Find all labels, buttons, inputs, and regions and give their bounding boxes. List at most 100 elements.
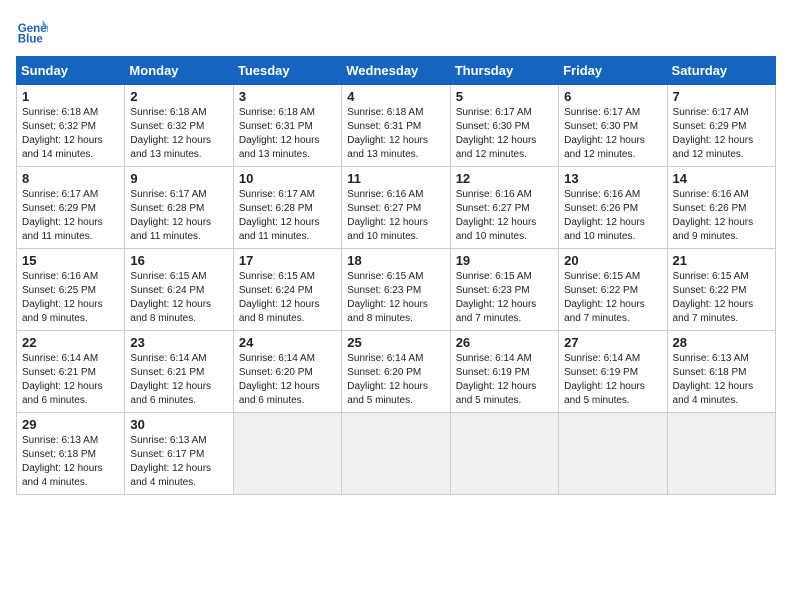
calendar-week-4: 22 Sunrise: 6:14 AM Sunset: 6:21 PM Dayl…	[17, 331, 776, 413]
calendar-week-2: 8 Sunrise: 6:17 AM Sunset: 6:29 PM Dayli…	[17, 167, 776, 249]
day-number: 14	[673, 171, 770, 186]
calendar-table: SundayMondayTuesdayWednesdayThursdayFrid…	[16, 56, 776, 495]
calendar-cell	[342, 413, 450, 495]
calendar-cell: 24 Sunrise: 6:14 AM Sunset: 6:20 PM Dayl…	[233, 331, 341, 413]
calendar-cell: 20 Sunrise: 6:15 AM Sunset: 6:22 PM Dayl…	[559, 249, 667, 331]
day-info: Sunrise: 6:17 AM Sunset: 6:29 PM Dayligh…	[22, 188, 119, 244]
calendar-cell: 30 Sunrise: 6:13 AM Sunset: 6:17 PM Dayl…	[125, 413, 233, 495]
day-number: 17	[239, 253, 336, 268]
sunrise-label: Sunrise: 6:18 AM	[22, 107, 98, 118]
daylight-label: Daylight: 12 hours and 12 minutes.	[456, 135, 537, 160]
sunset-label: Sunset: 6:29 PM	[673, 121, 747, 132]
sunset-label: Sunset: 6:32 PM	[130, 121, 204, 132]
calendar-cell: 21 Sunrise: 6:15 AM Sunset: 6:22 PM Dayl…	[667, 249, 775, 331]
day-info: Sunrise: 6:14 AM Sunset: 6:19 PM Dayligh…	[456, 352, 553, 408]
daylight-label: Daylight: 12 hours and 4 minutes.	[673, 381, 754, 406]
sunset-label: Sunset: 6:29 PM	[22, 203, 96, 214]
day-number: 8	[22, 171, 119, 186]
sunset-label: Sunset: 6:31 PM	[347, 121, 421, 132]
sunset-label: Sunset: 6:18 PM	[22, 449, 96, 460]
sunset-label: Sunset: 6:30 PM	[456, 121, 530, 132]
daylight-label: Daylight: 12 hours and 4 minutes.	[130, 463, 211, 488]
day-number: 1	[22, 89, 119, 104]
calendar-cell: 5 Sunrise: 6:17 AM Sunset: 6:30 PM Dayli…	[450, 85, 558, 167]
daylight-label: Daylight: 12 hours and 8 minutes.	[347, 299, 428, 324]
sunset-label: Sunset: 6:30 PM	[564, 121, 638, 132]
daylight-label: Daylight: 12 hours and 6 minutes.	[22, 381, 103, 406]
sunrise-label: Sunrise: 6:17 AM	[130, 189, 206, 200]
calendar-cell: 7 Sunrise: 6:17 AM Sunset: 6:29 PM Dayli…	[667, 85, 775, 167]
daylight-label: Daylight: 12 hours and 4 minutes.	[22, 463, 103, 488]
sunrise-label: Sunrise: 6:16 AM	[673, 189, 749, 200]
calendar-cell	[450, 413, 558, 495]
day-info: Sunrise: 6:16 AM Sunset: 6:26 PM Dayligh…	[564, 188, 661, 244]
calendar-week-3: 15 Sunrise: 6:16 AM Sunset: 6:25 PM Dayl…	[17, 249, 776, 331]
calendar-cell: 26 Sunrise: 6:14 AM Sunset: 6:19 PM Dayl…	[450, 331, 558, 413]
sunset-label: Sunset: 6:20 PM	[239, 367, 313, 378]
day-info: Sunrise: 6:15 AM Sunset: 6:22 PM Dayligh…	[673, 270, 770, 326]
sunrise-label: Sunrise: 6:15 AM	[347, 271, 423, 282]
daylight-label: Daylight: 12 hours and 5 minutes.	[347, 381, 428, 406]
day-header-monday: Monday	[125, 57, 233, 85]
daylight-label: Daylight: 12 hours and 13 minutes.	[239, 135, 320, 160]
daylight-label: Daylight: 12 hours and 10 minutes.	[347, 217, 428, 242]
sunset-label: Sunset: 6:22 PM	[673, 285, 747, 296]
day-number: 24	[239, 335, 336, 350]
sunset-label: Sunset: 6:26 PM	[564, 203, 638, 214]
day-info: Sunrise: 6:18 AM Sunset: 6:31 PM Dayligh…	[239, 106, 336, 162]
sunrise-label: Sunrise: 6:16 AM	[456, 189, 532, 200]
calendar-cell: 2 Sunrise: 6:18 AM Sunset: 6:32 PM Dayli…	[125, 85, 233, 167]
calendar-cell: 22 Sunrise: 6:14 AM Sunset: 6:21 PM Dayl…	[17, 331, 125, 413]
page-header: General Blue	[16, 16, 776, 48]
day-info: Sunrise: 6:16 AM Sunset: 6:25 PM Dayligh…	[22, 270, 119, 326]
sunrise-label: Sunrise: 6:18 AM	[239, 107, 315, 118]
sunrise-label: Sunrise: 6:14 AM	[456, 353, 532, 364]
sunrise-label: Sunrise: 6:16 AM	[22, 271, 98, 282]
daylight-label: Daylight: 12 hours and 5 minutes.	[564, 381, 645, 406]
calendar-cell: 10 Sunrise: 6:17 AM Sunset: 6:28 PM Dayl…	[233, 167, 341, 249]
sunset-label: Sunset: 6:23 PM	[347, 285, 421, 296]
svg-text:Blue: Blue	[18, 34, 44, 46]
day-info: Sunrise: 6:14 AM Sunset: 6:19 PM Dayligh…	[564, 352, 661, 408]
sunrise-label: Sunrise: 6:15 AM	[130, 271, 206, 282]
calendar-week-5: 29 Sunrise: 6:13 AM Sunset: 6:18 PM Dayl…	[17, 413, 776, 495]
sunrise-label: Sunrise: 6:14 AM	[347, 353, 423, 364]
sunset-label: Sunset: 6:18 PM	[673, 367, 747, 378]
day-number: 2	[130, 89, 227, 104]
day-info: Sunrise: 6:18 AM Sunset: 6:32 PM Dayligh…	[22, 106, 119, 162]
sunrise-label: Sunrise: 6:14 AM	[130, 353, 206, 364]
daylight-label: Daylight: 12 hours and 7 minutes.	[456, 299, 537, 324]
sunrise-label: Sunrise: 6:17 AM	[22, 189, 98, 200]
day-number: 22	[22, 335, 119, 350]
day-info: Sunrise: 6:18 AM Sunset: 6:32 PM Dayligh…	[130, 106, 227, 162]
calendar-cell: 11 Sunrise: 6:16 AM Sunset: 6:27 PM Dayl…	[342, 167, 450, 249]
day-info: Sunrise: 6:17 AM Sunset: 6:29 PM Dayligh…	[673, 106, 770, 162]
day-number: 20	[564, 253, 661, 268]
day-number: 25	[347, 335, 444, 350]
sunset-label: Sunset: 6:27 PM	[347, 203, 421, 214]
day-number: 29	[22, 417, 119, 432]
sunset-label: Sunset: 6:19 PM	[564, 367, 638, 378]
sunrise-label: Sunrise: 6:17 AM	[673, 107, 749, 118]
day-header-wednesday: Wednesday	[342, 57, 450, 85]
day-header-sunday: Sunday	[17, 57, 125, 85]
day-number: 15	[22, 253, 119, 268]
sunrise-label: Sunrise: 6:17 AM	[564, 107, 640, 118]
sunset-label: Sunset: 6:27 PM	[456, 203, 530, 214]
day-number: 28	[673, 335, 770, 350]
day-number: 6	[564, 89, 661, 104]
sunrise-label: Sunrise: 6:13 AM	[673, 353, 749, 364]
calendar-cell: 19 Sunrise: 6:15 AM Sunset: 6:23 PM Dayl…	[450, 249, 558, 331]
daylight-label: Daylight: 12 hours and 8 minutes.	[239, 299, 320, 324]
calendar-cell: 1 Sunrise: 6:18 AM Sunset: 6:32 PM Dayli…	[17, 85, 125, 167]
daylight-label: Daylight: 12 hours and 11 minutes.	[130, 217, 211, 242]
calendar-cell: 27 Sunrise: 6:14 AM Sunset: 6:19 PM Dayl…	[559, 331, 667, 413]
day-info: Sunrise: 6:14 AM Sunset: 6:21 PM Dayligh…	[22, 352, 119, 408]
logo-icon: General Blue	[16, 16, 48, 48]
calendar-cell: 4 Sunrise: 6:18 AM Sunset: 6:31 PM Dayli…	[342, 85, 450, 167]
sunrise-label: Sunrise: 6:16 AM	[564, 189, 640, 200]
daylight-label: Daylight: 12 hours and 6 minutes.	[130, 381, 211, 406]
day-info: Sunrise: 6:17 AM Sunset: 6:28 PM Dayligh…	[130, 188, 227, 244]
sunrise-label: Sunrise: 6:15 AM	[456, 271, 532, 282]
day-info: Sunrise: 6:17 AM Sunset: 6:28 PM Dayligh…	[239, 188, 336, 244]
